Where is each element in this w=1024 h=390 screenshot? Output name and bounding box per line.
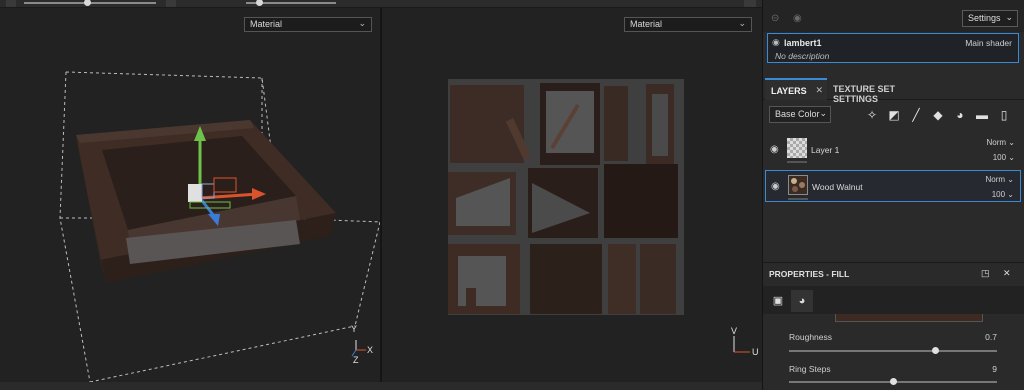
roughness-slider-knob[interactable]: [931, 347, 939, 354]
axis-y-label: Y: [351, 324, 358, 334]
top-toolbar: [0, 0, 762, 8]
chevron-down-icon: ⌄: [1005, 12, 1013, 22]
undock-icon[interactable]: ◳: [981, 268, 990, 279]
channel-label: Base Color: [775, 109, 820, 119]
wood-material-icon: [791, 178, 805, 192]
shader-card[interactable]: ◉ lambert1 Main shader No description: [767, 33, 1019, 63]
layer-blend-mode[interactable]: Norm ⌄: [986, 175, 1015, 184]
chain-link-icon[interactable]: ⊝: [771, 13, 783, 24]
layer-opacity[interactable]: 100 ⌄: [993, 153, 1015, 162]
axis-z-label: Z: [353, 355, 359, 365]
layer-name: Wood Walnut: [812, 182, 863, 192]
flow-knob[interactable]: [256, 0, 263, 6]
base-color-swatch[interactable]: [835, 314, 983, 322]
flow-slider[interactable]: [246, 0, 336, 6]
layer-toolbar: Base Color ⌄ ✧ ◩ ╱ ◆ ◕ ▬ ▯: [763, 101, 1024, 129]
menu-button[interactable]: [744, 0, 756, 7]
tab-layers-label: LAYERS: [771, 86, 807, 96]
material-icon: ◕: [798, 295, 806, 307]
axis-indicator-3d: [351, 340, 366, 357]
shader-type: Main shader: [965, 38, 1012, 48]
eye-icon[interactable]: ◉: [793, 13, 805, 24]
close-icon[interactable]: ✕: [815, 85, 823, 96]
magic-wand-icon[interactable]: ✧: [865, 108, 879, 122]
layer-name: Layer 1: [811, 145, 840, 155]
properties-body: Roughness 0.7 Ring Steps 9: [763, 314, 1024, 390]
chevron-down-icon: ⌄: [819, 108, 827, 118]
layer-opacity[interactable]: 100 ⌄: [992, 190, 1014, 199]
panel-tabs: LAYERS ✕ TEXTURE SET SETTINGS: [763, 78, 1024, 104]
ring-steps-value[interactable]: 9: [992, 364, 997, 374]
axis-x-label: X: [367, 345, 374, 355]
ring-steps-label: Ring Steps: [789, 364, 831, 374]
settings-dropdown[interactable]: Settings ⌄: [962, 10, 1018, 27]
roughness-value[interactable]: 0.7: [985, 332, 997, 342]
brush-size-knob[interactable]: [84, 0, 91, 6]
channel-dropdown[interactable]: Base Color ⌄: [769, 106, 831, 123]
flow-button[interactable]: [166, 0, 176, 7]
roughness-slider[interactable]: [789, 347, 997, 354]
properties-header: PROPERTIES - FILL ◳ ✕: [763, 262, 1024, 282]
shader-settings-header: ⊝ ◉ Settings ⌄: [763, 0, 1024, 32]
eye-icon[interactable]: ◉: [772, 37, 780, 48]
axis-u-label: U: [752, 347, 759, 357]
scene-3d: [59, 71, 380, 382]
brush-size-button[interactable]: [6, 0, 16, 7]
ring-steps-slider-knob[interactable]: [890, 378, 897, 385]
roughness-label: Roughness: [789, 332, 833, 342]
settings-icon: ▣: [772, 295, 784, 307]
eye-icon[interactable]: ◉: [771, 181, 780, 192]
properties-tabs: ▣ ◕: [763, 286, 1024, 314]
viewport-3d[interactable]: Material ⌄ Y X Z: [0, 8, 380, 382]
settings-label: Settings: [968, 13, 1001, 23]
tab-fill-settings[interactable]: ▣: [767, 290, 789, 312]
shader-description: No description: [775, 51, 830, 61]
add-effect-icon[interactable]: ◩: [887, 108, 901, 122]
paint-brush-icon[interactable]: ╱: [909, 108, 923, 122]
painter-app: Material ⌄ Y X Z Material ⌄ V U ⊝ ◉ Sett…: [0, 0, 1024, 390]
layer-row[interactable]: ◉ Layer 1 Norm ⌄ 100 ⌄: [765, 134, 1021, 166]
layer-mask-bar: [787, 161, 807, 163]
layer-row-selected[interactable]: ◉ Wood Walnut Norm ⌄ 100 ⌄: [765, 170, 1021, 202]
close-icon[interactable]: ✕: [1003, 268, 1011, 279]
mask-icon[interactable]: ◕: [953, 108, 967, 122]
tab-material[interactable]: ◕: [791, 290, 813, 312]
layer-thumbnail: [788, 175, 808, 195]
uv-texture-map: [448, 79, 684, 315]
bottom-status-strip: [0, 382, 762, 390]
right-panel: ⊝ ◉ Settings ⌄ ◉ lambert1 Main shader No…: [762, 0, 1024, 390]
layer-thumbnail: [787, 138, 807, 158]
viewport-2d[interactable]: Material ⌄ V U: [382, 8, 762, 382]
layer-mask-bar: [788, 198, 808, 200]
trash-icon[interactable]: ▯: [997, 108, 1011, 122]
layer-blend-mode[interactable]: Norm ⌄: [987, 138, 1016, 147]
tab-layers[interactable]: LAYERS ✕: [765, 78, 827, 100]
axis-v-label: V: [731, 326, 738, 336]
tab-texture-set-settings[interactable]: TEXTURE SET SETTINGS: [829, 78, 939, 104]
brush-size-slider[interactable]: [24, 0, 156, 6]
folder-icon[interactable]: ▬: [975, 108, 989, 122]
fill-bucket-icon[interactable]: ◆: [931, 108, 945, 122]
ring-steps-slider[interactable]: [789, 378, 997, 385]
properties-title: PROPERTIES - FILL: [769, 269, 850, 279]
eye-icon[interactable]: ◉: [770, 144, 779, 155]
shader-name: lambert1: [784, 38, 822, 48]
